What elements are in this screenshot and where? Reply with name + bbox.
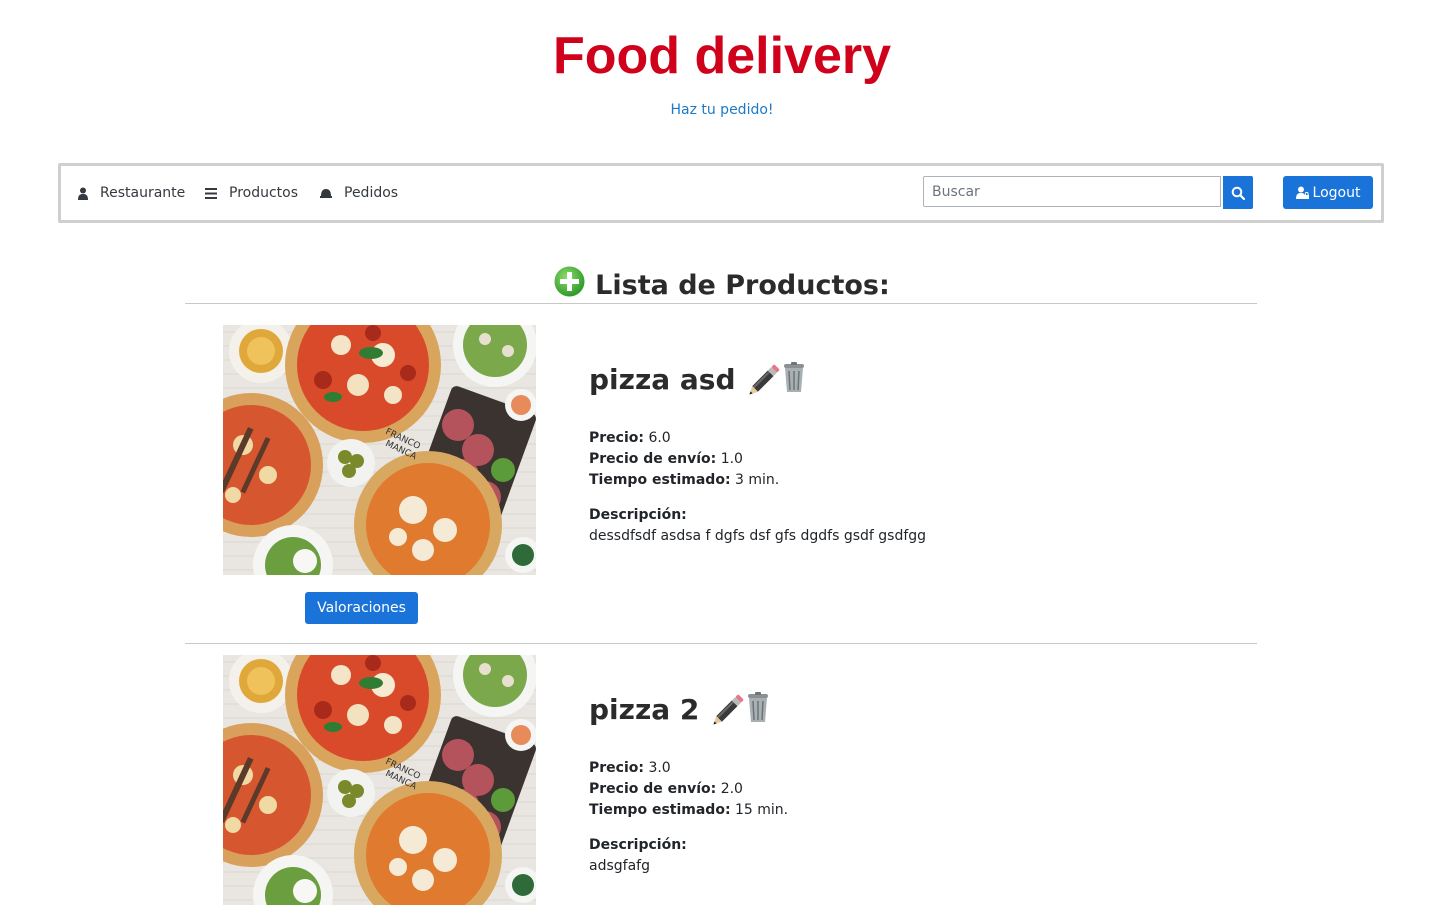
product-details: Precio: 6.0 Precio de envío: 1.0 Tiempo … — [589, 428, 779, 491]
nav-productos[interactable]: Productos — [205, 166, 298, 220]
precio-label: Precio: — [589, 760, 644, 776]
precio-value: 3.0 — [648, 760, 671, 776]
subtitle-link[interactable]: Haz tu pedido! — [0, 100, 1444, 120]
descripcion-label: Descripción: — [589, 837, 687, 853]
envio-value: 2.0 — [720, 781, 743, 797]
navbar: Restaurante Productos Pedidos Logout — [58, 163, 1384, 223]
page-title: Lista de Productos: — [595, 270, 890, 301]
logout-button[interactable]: Logout — [1283, 176, 1373, 209]
search-input[interactable] — [923, 176, 1221, 207]
delete-trash-icon[interactable] — [781, 361, 807, 394]
edit-pencil-icon[interactable] — [741, 360, 781, 398]
search-icon — [1231, 186, 1245, 200]
logout-label: Logout — [1312, 184, 1361, 201]
precio-label: Precio: — [589, 430, 644, 446]
product-name: pizza 2 — [589, 693, 700, 726]
product-details: Precio: 3.0 Precio de envío: 2.0 Tiempo … — [589, 758, 788, 821]
product-image — [223, 655, 536, 905]
nav-restaurante-label: Restaurante — [100, 185, 186, 201]
nav-productos-label: Productos — [229, 185, 299, 201]
user-lock-icon — [1295, 186, 1309, 199]
nav-restaurante[interactable]: Restaurante — [78, 166, 185, 220]
app-title: Food delivery — [552, 27, 892, 85]
dish-icon — [320, 189, 332, 198]
product-card-title: pizza asd — [589, 360, 807, 398]
product-image — [223, 325, 536, 575]
descripcion-label: Descripción: — [589, 507, 687, 523]
list-icon — [205, 187, 217, 199]
tiempo-value: 3 min. — [735, 472, 780, 488]
products-heading: Lista de Productos: — [0, 258, 1444, 304]
search-button[interactable] — [1223, 176, 1253, 209]
envio-value: 1.0 — [720, 451, 743, 467]
product-name: pizza asd — [589, 363, 736, 396]
tiempo-label: Tiempo estimado: — [589, 472, 731, 488]
divider — [185, 643, 1257, 644]
nav-pedidos-label: Pedidos — [344, 185, 399, 201]
divider — [185, 303, 1257, 304]
user-icon — [78, 187, 88, 200]
nav-pedidos[interactable]: Pedidos — [320, 166, 398, 220]
precio-value: 6.0 — [648, 430, 671, 446]
descripcion-text: dessdfsdf asdsa f dgfs dsf gfs dgdfs gsd… — [589, 528, 927, 544]
envio-label: Precio de envío: — [589, 781, 717, 797]
descripcion-text: adsgfafg — [589, 858, 650, 874]
tiempo-label: Tiempo estimado: — [589, 802, 731, 818]
envio-label: Precio de envío: — [589, 451, 717, 467]
valoraciones-button[interactable]: Valoraciones — [305, 592, 418, 624]
edit-pencil-icon[interactable] — [705, 690, 745, 728]
delete-trash-icon[interactable] — [745, 691, 771, 724]
add-product-icon[interactable] — [554, 266, 585, 297]
tiempo-value: 15 min. — [735, 802, 789, 818]
product-card-title: pizza 2 — [589, 690, 771, 728]
